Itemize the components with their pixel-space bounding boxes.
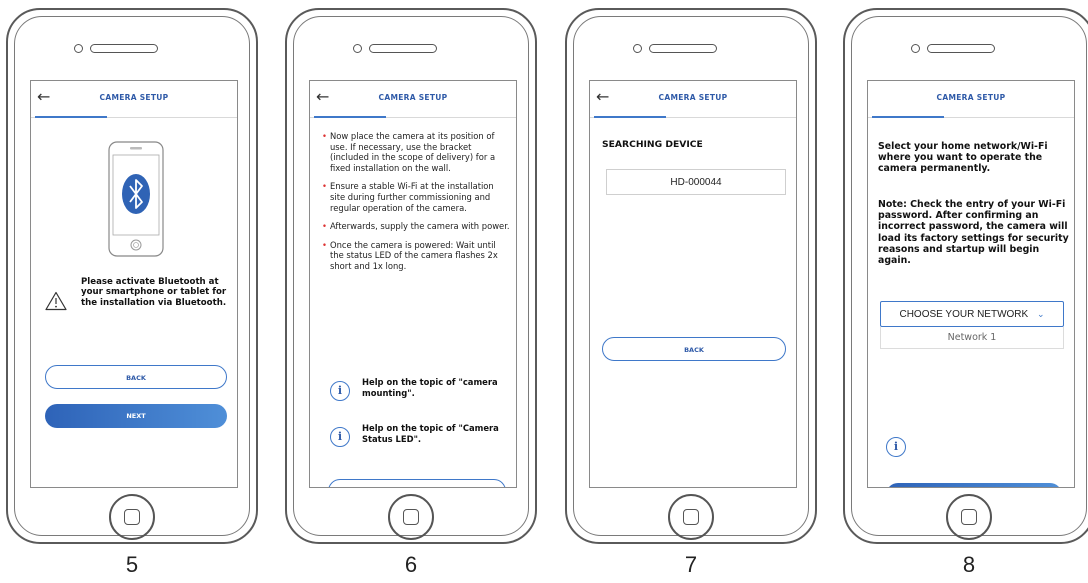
network-select[interactable]: CHOOSE YOUR NETWORK ⌄	[880, 301, 1064, 327]
header-title: CAMERA SETUP	[99, 93, 169, 102]
searching-heading: SEARCHING DEVICE	[602, 139, 703, 150]
app-header: ← CAMERA SETUP	[590, 81, 796, 118]
front-camera	[74, 44, 83, 53]
network-option[interactable]: Network 1	[880, 327, 1064, 349]
back-button[interactable]: BACK	[45, 365, 227, 389]
bluetooth-message: Please activate Bluetooth at your smartp…	[81, 277, 227, 308]
header-accent-line	[35, 116, 107, 118]
step-number-6: 6	[404, 552, 418, 577]
password-note: Note: Check the entry of your Wi-Fi pass…	[878, 199, 1069, 267]
chevron-down-icon: ⌄	[1036, 309, 1045, 319]
phone-step-7: ← CAMERA SETUP SEARCHING DEVICE HD-00004…	[565, 8, 817, 544]
instruction-item: Afterwards, supply the camera with power…	[322, 221, 510, 232]
phone-step-6: ← CAMERA SETUP Now place the camera at i…	[285, 8, 537, 544]
step-number-5: 5	[125, 552, 139, 577]
front-camera	[633, 44, 642, 53]
step-number-7: 7	[684, 552, 698, 577]
help-status-led-link[interactable]: Help on the topic of "Camera Status LED"…	[362, 423, 512, 444]
screen-step-6: ← CAMERA SETUP Now place the camera at i…	[309, 80, 517, 488]
network-select-label: CHOOSE YOUR NETWORK	[899, 309, 1029, 320]
warning-icon	[45, 291, 67, 311]
home-button	[109, 494, 155, 540]
device-list-item[interactable]: HD-000044	[606, 169, 786, 195]
header-accent-line	[314, 116, 386, 118]
app-header: ← CAMERA SETUP	[310, 81, 516, 118]
header-title: CAMERA SETUP	[936, 93, 1006, 102]
home-button	[388, 494, 434, 540]
info-icon[interactable]: i	[330, 381, 350, 401]
help-camera-mounting-link[interactable]: Help on the topic of "camera mounting".	[362, 377, 512, 398]
header-title: CAMERA SETUP	[378, 93, 448, 102]
back-button[interactable]: BACK	[602, 337, 786, 361]
header-title: CAMERA SETUP	[658, 93, 728, 102]
app-header: CAMERA SETUP	[868, 81, 1074, 118]
instruction-item: Once the camera is powered: Wait until t…	[322, 240, 510, 272]
instruction-list: Now place the camera at its position of …	[322, 131, 510, 280]
screen-step-7: ← CAMERA SETUP SEARCHING DEVICE HD-00004…	[589, 80, 797, 488]
header-accent-line	[872, 116, 944, 118]
header-accent-line	[594, 116, 666, 118]
home-button	[668, 494, 714, 540]
speaker-grill	[369, 44, 437, 53]
partial-button-fill[interactable]	[886, 483, 1062, 487]
phone-step-8: CAMERA SETUP Select your home network/Wi…	[843, 8, 1088, 544]
speaker-grill	[927, 44, 995, 53]
home-button	[946, 494, 992, 540]
step-number-8: 8	[962, 552, 976, 577]
phone-step-5: ← CAMERA SETUP Please activate Bluetooth…	[6, 8, 258, 544]
info-icon[interactable]: i	[330, 427, 350, 447]
app-header: ← CAMERA SETUP	[31, 81, 237, 118]
screen-step-5: ← CAMERA SETUP Please activate Bluetooth…	[30, 80, 238, 488]
front-camera	[911, 44, 920, 53]
front-camera	[353, 44, 362, 53]
smartphone-bluetooth-icon	[108, 141, 164, 257]
partial-button-outline[interactable]	[328, 479, 506, 487]
network-instruction: Select your home network/Wi-Fi where you…	[878, 141, 1048, 175]
info-icon[interactable]: i	[886, 437, 906, 457]
instruction-item: Now place the camera at its position of …	[322, 131, 510, 173]
next-button[interactable]: NEXT	[45, 404, 227, 428]
instruction-item: Ensure a stable Wi-Fi at the installatio…	[322, 181, 510, 213]
screen-step-8: CAMERA SETUP Select your home network/Wi…	[867, 80, 1075, 488]
speaker-grill	[649, 44, 717, 53]
speaker-grill	[90, 44, 158, 53]
